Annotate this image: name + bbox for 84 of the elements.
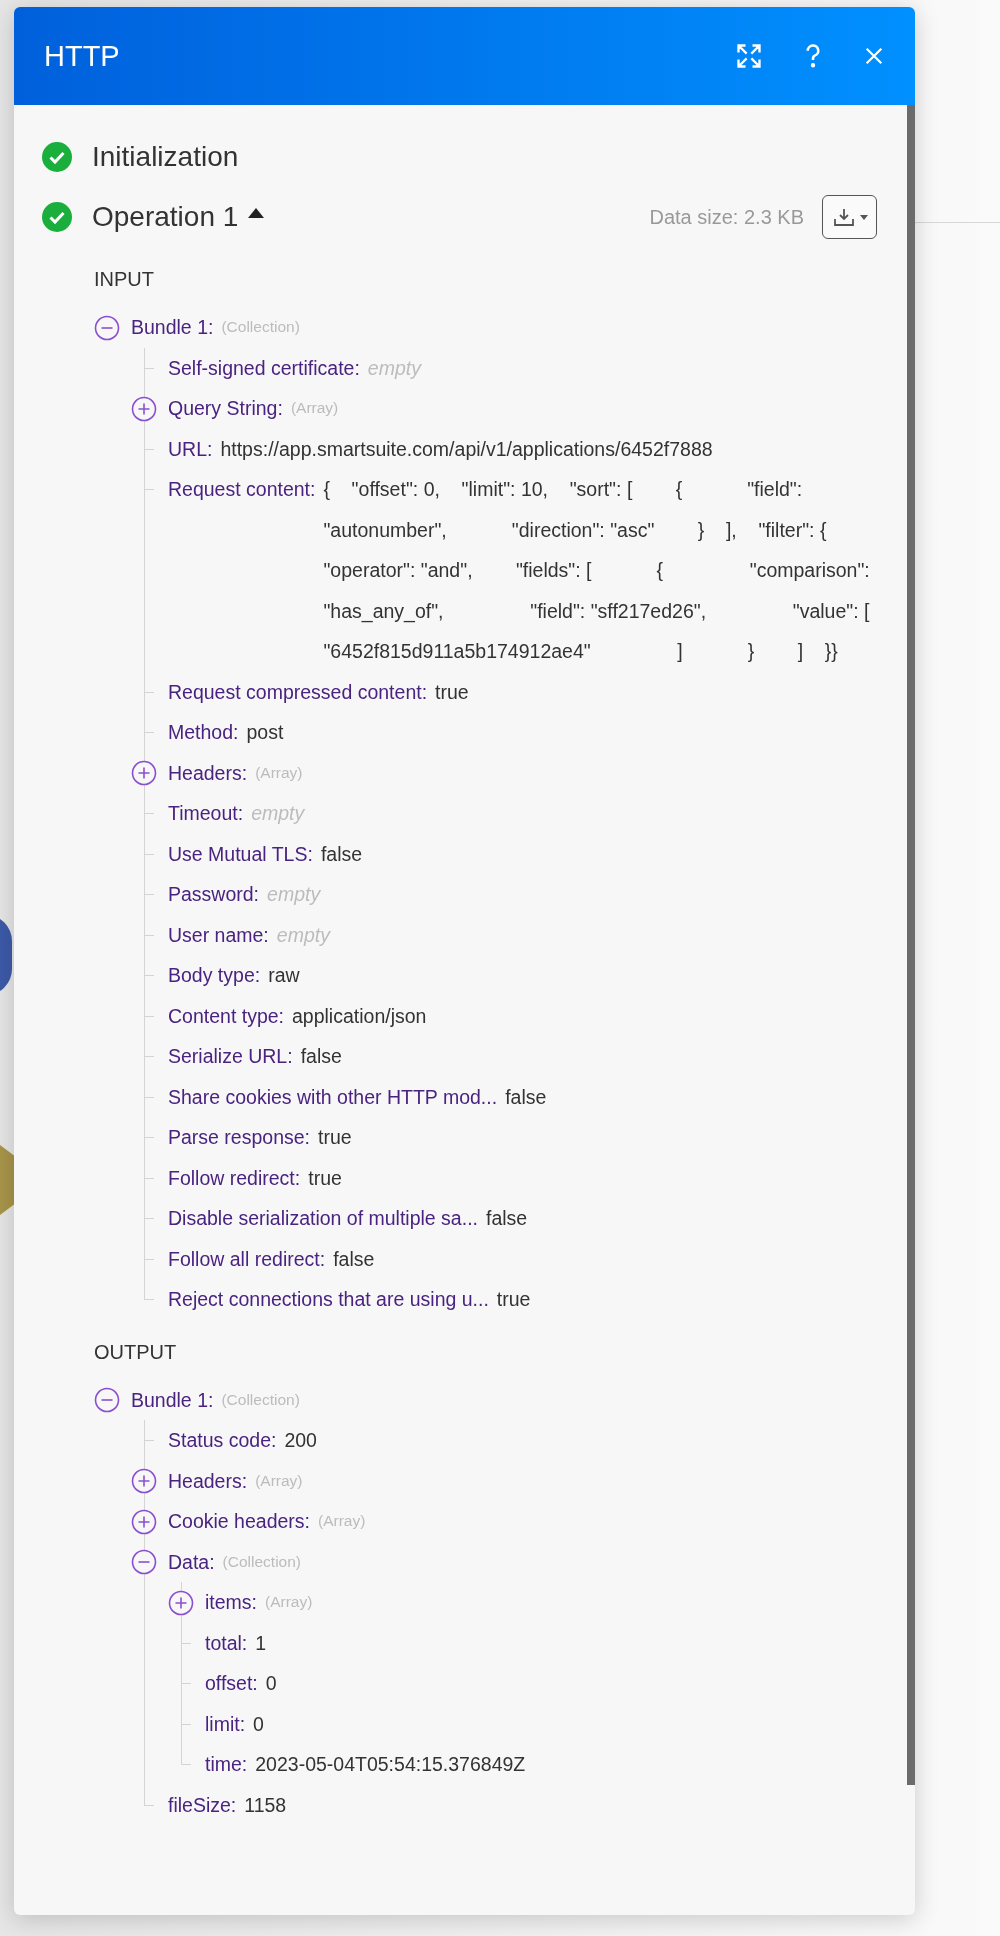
type-annotation: (Collection)	[221, 317, 300, 337]
field-label: Self-signed certificate:	[168, 355, 360, 381]
field-label: items:	[205, 1590, 257, 1615]
field-value: 1158	[244, 1792, 287, 1818]
tree-toggle-icon[interactable]	[131, 1508, 157, 1535]
field-label: Use Mutual TLS:	[168, 841, 313, 867]
field-label: Timeout:	[168, 801, 244, 826]
field-value: empty	[276, 922, 330, 948]
type-annotation: (Array)	[255, 1470, 303, 1491]
field-value: false	[486, 1206, 528, 1231]
field-label: Headers:	[168, 760, 248, 786]
field-value: false	[300, 1044, 342, 1069]
field-label: Data:	[168, 1549, 215, 1575]
type-annotation: (Array)	[290, 398, 339, 418]
field-value: 2023-05-04T05:54:15.376849Z	[255, 1752, 526, 1777]
field-label: Share cookies with other HTTP mod...	[168, 1084, 498, 1110]
field-value: false	[505, 1084, 547, 1110]
field-value: true	[435, 679, 469, 705]
stage-label[interactable]: Operation 1	[92, 201, 239, 233]
field-label: time:	[205, 1752, 248, 1777]
field-label: Content type:	[168, 1003, 284, 1029]
tree-toggle-icon[interactable]	[131, 395, 157, 422]
type-annotation: (Array)	[265, 1592, 313, 1612]
field-value: empty	[367, 355, 421, 381]
panel-title: HTTP	[44, 39, 121, 73]
field-label: Disable serialization of multiple sa...	[168, 1206, 478, 1231]
field-label: Bundle 1:	[131, 1387, 214, 1413]
caret-icon[interactable]	[248, 208, 265, 218]
type-annotation: (Collection)	[222, 1551, 301, 1572]
field-label: fileSize:	[168, 1792, 237, 1818]
scrollbar[interactable]	[907, 105, 915, 1785]
field-label: limit:	[205, 1711, 246, 1737]
tree-toggle-icon[interactable]	[168, 1589, 194, 1616]
tree-toggle-icon[interactable]	[131, 1549, 157, 1575]
field-label: Parse response:	[168, 1125, 310, 1150]
field-value: empty	[251, 801, 305, 826]
fullscreen-icon[interactable]	[735, 42, 763, 70]
field-label: Request compressed content:	[168, 679, 428, 705]
field-label: Follow redirect:	[168, 1165, 301, 1191]
field-label: Cookie headers:	[168, 1509, 310, 1534]
field-value: false	[333, 1246, 375, 1272]
field-label: total:	[205, 1630, 248, 1656]
field-value: raw	[268, 963, 300, 988]
field-label: URL:	[168, 436, 213, 462]
field-label: Bundle 1:	[131, 315, 214, 340]
field-value: 200	[284, 1428, 317, 1453]
field-value: true	[496, 1287, 531, 1312]
type-annotation: (Array)	[318, 1511, 366, 1531]
field-label: Method:	[168, 720, 239, 745]
section-heading: OUTPUT	[94, 1339, 178, 1365]
type-annotation: (Collection)	[221, 1389, 300, 1410]
field-value: 0	[253, 1711, 264, 1737]
field-label: Body type:	[168, 963, 261, 988]
field-label: Reject connections that are using u...	[168, 1287, 489, 1312]
field-value: false	[320, 841, 363, 867]
field-value: https://app.smartsuite.com/api/v1/applications/6452f7888	[220, 436, 713, 462]
caret-icon	[860, 214, 868, 220]
tree-toggle-icon[interactable]	[94, 1387, 120, 1413]
field-label: offset:	[205, 1671, 258, 1696]
field-label: Follow all redirect:	[168, 1246, 326, 1272]
data-size-text: Data size: 2.3 KB	[649, 205, 804, 229]
field-label: Serialize URL:	[168, 1044, 293, 1069]
download-button[interactable]	[822, 195, 877, 239]
field-value: empty	[267, 882, 321, 907]
field-value: application/json	[292, 1003, 427, 1029]
field-label: Status code:	[168, 1428, 277, 1453]
field-value: post	[246, 720, 284, 745]
field-label: Password:	[168, 882, 260, 907]
field-label: Headers:	[168, 1468, 248, 1494]
download-icon	[833, 207, 855, 227]
tree-toggle-icon[interactable]	[131, 760, 157, 786]
tree-toggle-icon[interactable]	[94, 314, 120, 341]
type-annotation: (Array)	[255, 762, 303, 783]
field-value: true	[308, 1165, 342, 1191]
field-value: 1	[255, 1630, 267, 1656]
section-heading: INPUT	[94, 267, 155, 292]
tree-toggle-icon[interactable]	[131, 1468, 157, 1494]
field-value: true	[318, 1125, 352, 1150]
field-label: User name:	[168, 922, 269, 948]
close-icon[interactable]	[863, 45, 885, 67]
stage-label[interactable]: Initialization	[92, 141, 239, 173]
field-value: 0	[265, 1671, 277, 1696]
field-label: Query String:	[168, 396, 283, 421]
field-label: Request content:	[168, 477, 316, 502]
